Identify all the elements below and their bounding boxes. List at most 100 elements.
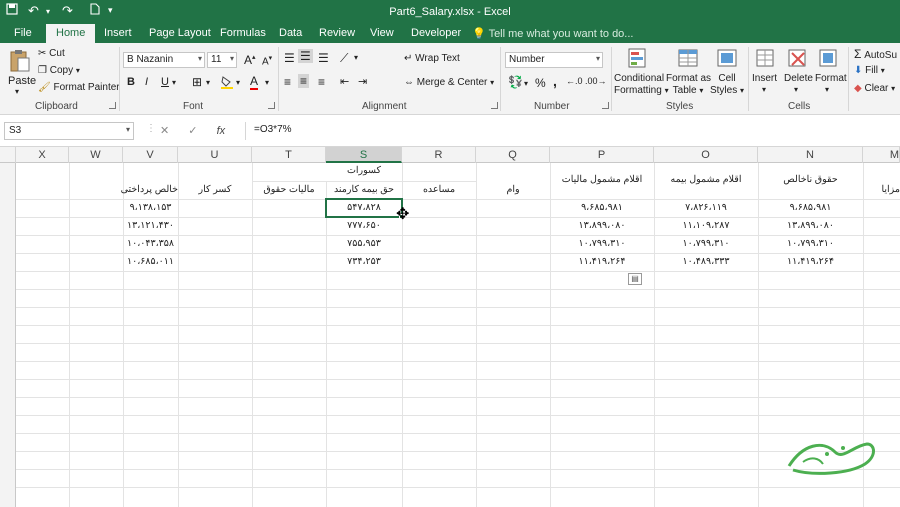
worksheet-grid[interactable]: X W V U T S R Q P O N M کسورات خالص پردا…: [0, 147, 900, 507]
table-cell[interactable]: ۹،۱۳۸،۱۵۳: [123, 202, 178, 213]
table-cell[interactable]: ۱۰،۰۴۳،۳۵۸: [123, 238, 178, 249]
orientation-icon[interactable]: ⟋: [340, 51, 348, 66]
chevron-down-icon[interactable]: ▾: [354, 53, 358, 62]
tab-home[interactable]: Home: [46, 24, 96, 43]
chevron-down-icon[interactable]: ▾: [206, 78, 210, 87]
increase-decimal-icon[interactable]: ←.0: [566, 76, 583, 86]
cell-styles-button[interactable]: Cell Styles ▾: [709, 73, 745, 97]
format-cells-button[interactable]: Format: [815, 73, 847, 84]
tab-insert[interactable]: Insert: [104, 27, 132, 39]
alignment-launcher-icon[interactable]: [491, 102, 498, 109]
column-header-m[interactable]: M: [863, 147, 900, 163]
font-name-combo[interactable]: B Nazanin ▾: [123, 52, 205, 68]
paste-button[interactable]: Paste: [8, 75, 36, 87]
header-cell-s[interactable]: حق بیمه کارمند: [326, 184, 402, 195]
table-cell[interactable]: ۱۱،۱۰۹،۲۸۷: [654, 220, 758, 231]
cell-styles-icon[interactable]: [716, 47, 740, 71]
fill-color-icon[interactable]: [220, 75, 234, 92]
header-cell-u[interactable]: کسر کار: [178, 184, 252, 195]
column-header-r[interactable]: R: [402, 147, 476, 163]
table-cell[interactable]: ۱۰،۶۸۵،۰۱۱: [123, 256, 178, 267]
chevron-down-icon[interactable]: ▾: [794, 85, 798, 94]
tell-me-box[interactable]: 💡 Tell me what you want to do...: [472, 27, 633, 40]
fill-button[interactable]: ⬇ Fill ▾: [854, 65, 885, 76]
format-as-table-button[interactable]: Format as Table ▾: [666, 73, 711, 97]
align-bottom-icon[interactable]: ☰: [318, 51, 329, 65]
header-cell-o[interactable]: اقلام مشمول بیمه: [654, 174, 758, 185]
column-header-s[interactable]: S: [326, 147, 402, 163]
align-right-icon[interactable]: ≡: [318, 75, 325, 89]
merged-header-deductions[interactable]: کسورات: [252, 165, 476, 176]
font-launcher-icon[interactable]: [268, 102, 275, 109]
column-header-u[interactable]: U: [178, 147, 252, 163]
column-header-x[interactable]: X: [16, 147, 69, 163]
chevron-down-icon[interactable]: ▾: [524, 79, 528, 88]
table-cell[interactable]: ۱۱،۴۱۹،۲۶۴: [758, 256, 863, 267]
table-cell[interactable]: ۱۳،۸۹۹،۰۸۰: [550, 220, 654, 231]
comma-style-button[interactable]: ,: [553, 73, 557, 89]
header-cell-t[interactable]: مالیات حقوق: [252, 184, 326, 195]
number-launcher-icon[interactable]: [602, 102, 609, 109]
underline-button[interactable]: U: [161, 76, 169, 88]
column-header-t[interactable]: T: [252, 147, 326, 163]
column-header-v[interactable]: V: [123, 147, 178, 163]
column-header-n[interactable]: N: [758, 147, 863, 163]
decrease-decimal-icon[interactable]: .00→: [585, 76, 607, 86]
table-cell[interactable]: ۱۰،۷۹۹،۳۱۰: [758, 238, 863, 249]
align-center-icon[interactable]: ≡: [298, 74, 310, 88]
chevron-down-icon[interactable]: ▾: [265, 78, 269, 87]
merge-center-button[interactable]: ⇔ Merge & Center ▾: [404, 77, 494, 88]
tab-formulas[interactable]: Formulas: [220, 27, 266, 39]
insert-function-icon[interactable]: fx: [217, 125, 226, 137]
tab-review[interactable]: Review: [319, 27, 355, 39]
tab-view[interactable]: View: [370, 27, 394, 39]
insert-cells-button[interactable]: Insert: [752, 73, 777, 84]
percent-style-button[interactable]: %: [535, 76, 546, 90]
shrink-font-button[interactable]: A▾: [262, 54, 272, 67]
table-cell[interactable]: ۷۷۷،۶۵۰: [326, 220, 402, 231]
chevron-down-icon[interactable]: ▾: [172, 78, 176, 87]
borders-icon[interactable]: ⊞: [192, 75, 202, 89]
accounting-format-icon[interactable]: 💱: [508, 75, 523, 89]
align-top-icon[interactable]: ☰: [284, 51, 295, 65]
table-cell[interactable]: ۹،۶۸۵،۹۸۱: [758, 202, 863, 213]
autosum-button[interactable]: Σ AutoSu: [854, 47, 897, 61]
wrap-text-button[interactable]: ↵ Wrap Text: [404, 53, 460, 64]
paste-dropdown-icon[interactable]: ▾: [15, 87, 19, 96]
font-color-icon[interactable]: A: [250, 74, 259, 90]
chevron-down-icon[interactable]: ▾: [762, 85, 766, 94]
tab-file[interactable]: File: [14, 27, 32, 39]
italic-button[interactable]: I: [145, 76, 148, 88]
clear-button[interactable]: ◆ Clear ▾: [854, 83, 895, 94]
format-painter-button[interactable]: 🖌 Format Painter: [38, 82, 120, 93]
cut-button[interactable]: ✂ Cut: [38, 48, 65, 59]
clipboard-launcher-icon[interactable]: [109, 102, 116, 109]
bold-button[interactable]: B: [127, 76, 135, 88]
chevron-down-icon[interactable]: ▾: [236, 78, 240, 87]
header-cell-m[interactable]: مزایا: [866, 184, 900, 195]
increase-indent-icon[interactable]: ⇥: [358, 75, 367, 88]
paste-options-icon[interactable]: ▤: [628, 273, 642, 285]
tab-page-layout[interactable]: Page Layout: [149, 27, 211, 39]
cancel-icon[interactable]: ✕: [160, 125, 169, 137]
table-cell[interactable]: ۱۱،۴۱۹،۲۶۴: [550, 256, 654, 267]
align-middle-icon[interactable]: ☰: [298, 49, 313, 63]
copy-button[interactable]: ❐ Copy ▾: [38, 65, 80, 76]
chevron-down-icon[interactable]: ▾: [825, 85, 829, 94]
paste-icon[interactable]: [9, 49, 33, 73]
conditional-formatting-icon[interactable]: [627, 47, 651, 71]
select-all-corner[interactable]: [0, 147, 16, 163]
conditional-formatting-button[interactable]: Conditional Formatting ▾: [614, 73, 669, 97]
column-header-w[interactable]: W: [69, 147, 123, 163]
font-size-combo[interactable]: 11 ▾: [207, 52, 237, 68]
table-cell[interactable]: ۱۰،۷۹۹،۳۱۰: [550, 238, 654, 249]
name-box[interactable]: S3 ▾: [4, 122, 134, 140]
tab-developer[interactable]: Developer: [411, 27, 461, 39]
format-as-table-icon[interactable]: [677, 47, 701, 71]
table-cell[interactable]: ۱۰،۷۹۹،۳۱۰: [654, 238, 758, 249]
tab-data[interactable]: Data: [279, 27, 302, 39]
table-cell[interactable]: ۷۳۴،۲۵۳: [326, 256, 402, 267]
grow-font-button[interactable]: A▴: [244, 53, 256, 67]
table-cell[interactable]: ۷۵۵،۹۵۳: [326, 238, 402, 249]
delete-cells-button[interactable]: Delete: [784, 73, 813, 84]
